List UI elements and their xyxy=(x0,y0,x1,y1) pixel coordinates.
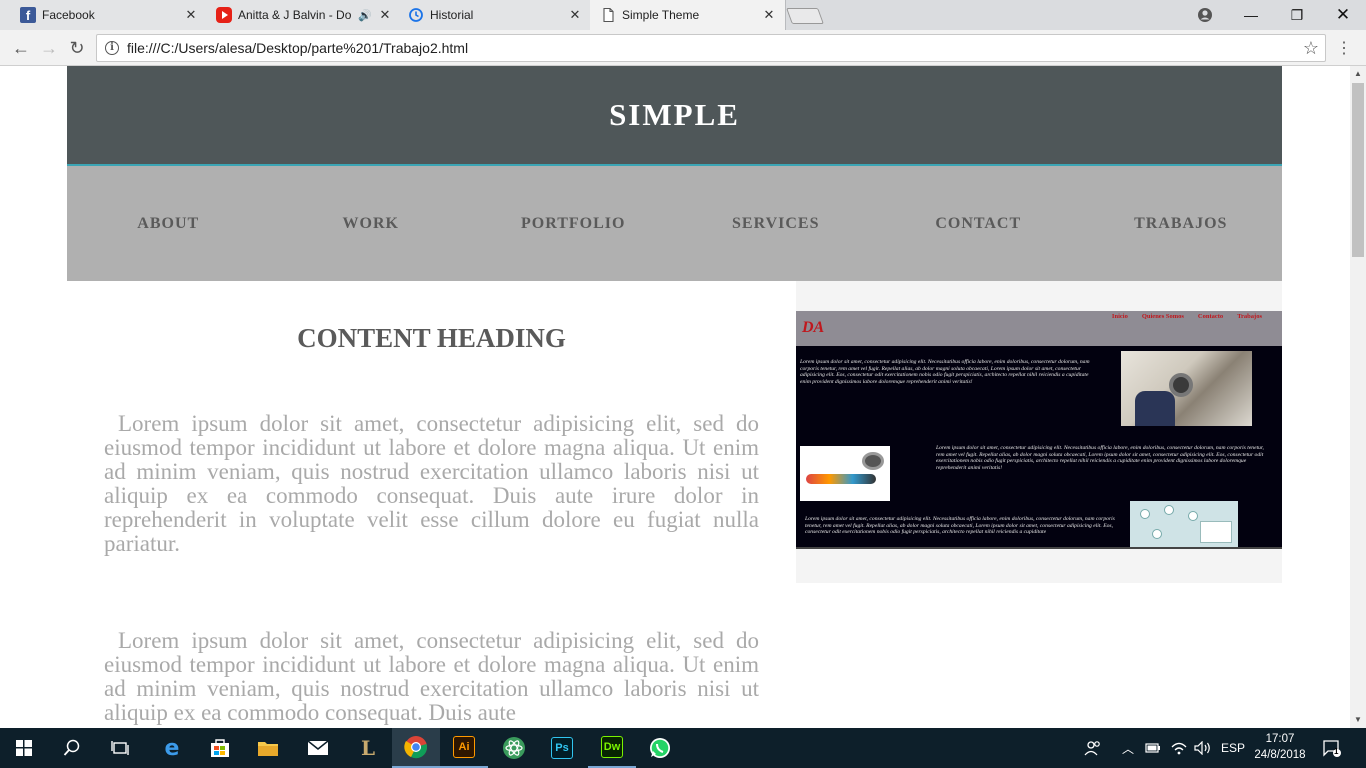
preview-text: Lorem ipsum dolor sit amet, consectetur … xyxy=(800,359,1090,385)
preview-link: Trabajos xyxy=(1237,313,1262,320)
whatsapp-icon[interactable] xyxy=(636,728,684,768)
camera-kit-photo xyxy=(800,446,890,501)
tab-youtube[interactable]: Anitta & J Balvin - Do 🔊 ✕ xyxy=(202,0,402,30)
sidebar: DA Inicio Quienes Somos Contacto Trabajo… xyxy=(796,281,1282,583)
clock-date: 24/8/2018 xyxy=(1254,749,1306,761)
atom-icon[interactable] xyxy=(490,728,538,768)
close-tab-icon[interactable]: ✕ xyxy=(568,7,582,23)
forward-icon[interactable]: → xyxy=(37,36,61,60)
tab-simple-theme[interactable]: Simple Theme ✕ xyxy=(590,0,786,30)
paragraph: Lorem ipsum dolor sit amet, consectetur … xyxy=(104,628,759,725)
illustrator-icon[interactable]: Ai xyxy=(440,728,488,768)
clock[interactable]: 17:07 24/8/2018 xyxy=(1250,731,1310,763)
back-icon[interactable]: ← xyxy=(9,36,33,60)
show-hidden-icons[interactable]: ︿ xyxy=(1122,728,1134,768)
photoshop-icon[interactable]: Ps xyxy=(538,728,586,768)
new-tab-button[interactable] xyxy=(786,8,824,24)
scrollbar-thumb[interactable] xyxy=(1352,83,1364,257)
search-icon[interactable] xyxy=(48,728,96,768)
youtube-icon xyxy=(216,7,232,23)
page-scrollbar[interactable]: ▲ ▼ xyxy=(1350,66,1366,728)
minimize-button[interactable]: — xyxy=(1228,0,1274,30)
wifi-icon[interactable] xyxy=(1170,728,1188,768)
menu-icon[interactable]: ⋮ xyxy=(1336,38,1352,58)
content-area: CONTENT HEADING Lorem ipsum dolor sit am… xyxy=(67,281,1282,728)
nav-work[interactable]: WORK xyxy=(270,215,473,233)
close-tab-icon[interactable]: ✕ xyxy=(378,7,392,23)
close-window-button[interactable]: ✕ xyxy=(1320,0,1366,30)
browser-toolbar: ← → ↻ i file:///C:/Users/alesa/Desktop/p… xyxy=(0,30,1366,66)
store-icon[interactable] xyxy=(196,728,244,768)
reload-icon[interactable]: ↻ xyxy=(65,36,89,60)
document-icon xyxy=(600,7,616,23)
scroll-down-icon[interactable]: ▼ xyxy=(1350,712,1366,728)
preview-text: Lorem ipsum dolor sit amet, consectetur … xyxy=(936,445,1264,471)
tab-title: Historial xyxy=(430,8,474,22)
notification-count: 1 xyxy=(1334,747,1339,756)
nav-contact[interactable]: CONTACT xyxy=(877,215,1080,233)
address-bar[interactable]: i file:///C:/Users/alesa/Desktop/parte%2… xyxy=(96,34,1326,62)
preview-link: Quienes Somos xyxy=(1141,313,1184,320)
edge-icon[interactable]: e xyxy=(148,728,196,768)
mail-icon[interactable] xyxy=(294,728,342,768)
history-icon xyxy=(408,7,424,23)
preview-nav: Inicio Quienes Somos Contacto Trabajos xyxy=(1112,313,1262,320)
paragraph: Lorem ipsum dolor sit amet, consectetur … xyxy=(104,411,759,556)
nav-trabajos[interactable]: TRABAJOS xyxy=(1080,215,1283,233)
nav-services[interactable]: SERVICES xyxy=(675,215,878,233)
restore-button[interactable]: ❐ xyxy=(1274,0,1320,30)
profile-icon[interactable] xyxy=(1182,0,1228,30)
preview-header: DA Inicio Quienes Somos Contacto Trabajo… xyxy=(796,311,1282,346)
info-icon[interactable]: i xyxy=(105,41,119,55)
taskbar: e L Ai Ps Dw ︿ ESP 17:07 24/8/2018 1 xyxy=(0,728,1366,768)
tab-title: Facebook xyxy=(42,8,95,22)
dreamweaver-icon[interactable]: Dw xyxy=(588,728,636,768)
task-view-icon[interactable] xyxy=(96,728,144,768)
preview-text: Lorem ipsum dolor sit amet, consectetur … xyxy=(805,516,1115,536)
start-icon[interactable] xyxy=(0,728,48,768)
tab-title: Anitta & J Balvin - Do xyxy=(238,8,352,22)
site-nav: ABOUT WORK PORTFOLIO SERVICES CONTACT TR… xyxy=(67,166,1282,281)
close-tab-icon[interactable]: ✕ xyxy=(762,7,776,23)
battery-icon[interactable] xyxy=(1145,728,1161,768)
network-diagram-image xyxy=(1130,501,1238,547)
action-center-icon[interactable]: 1 xyxy=(1322,728,1342,768)
people-icon[interactable] xyxy=(1084,728,1102,768)
preview-link: Inicio xyxy=(1111,313,1128,320)
security-camera-photo xyxy=(1121,351,1252,426)
site-title: SIMPLE xyxy=(609,97,740,132)
website-preview-image: DA Inicio Quienes Somos Contacto Trabajo… xyxy=(796,311,1282,549)
league-of-legends-icon[interactable]: L xyxy=(344,728,392,768)
tab-title: Simple Theme xyxy=(622,8,700,22)
speaker-icon[interactable]: 🔊 xyxy=(358,9,372,22)
chrome-icon[interactable] xyxy=(392,728,440,768)
site: SIMPLE ABOUT WORK PORTFOLIO SERVICES CON… xyxy=(67,66,1282,728)
tab-historial[interactable]: Historial ✕ xyxy=(396,0,592,30)
scroll-up-icon[interactable]: ▲ xyxy=(1350,66,1366,82)
preview-logo: DA xyxy=(802,319,825,336)
clock-time: 17:07 xyxy=(1265,733,1295,745)
tab-strip: f Facebook ✕ Anitta & J Balvin - Do 🔊 ✕ … xyxy=(0,0,1366,30)
file-explorer-icon[interactable] xyxy=(244,728,292,768)
close-tab-icon[interactable]: ✕ xyxy=(184,7,198,23)
facebook-icon: f xyxy=(20,7,36,23)
nav-portfolio[interactable]: PORTFOLIO xyxy=(472,215,675,233)
site-header: SIMPLE xyxy=(67,66,1282,166)
nav-about[interactable]: ABOUT xyxy=(67,215,270,233)
main-column: CONTENT HEADING Lorem ipsum dolor sit am… xyxy=(104,281,759,725)
bookmark-star-icon[interactable]: ☆ xyxy=(1303,38,1319,59)
address-text: file:///C:/Users/alesa/Desktop/parte%201… xyxy=(127,40,469,56)
language-indicator[interactable]: ESP xyxy=(1221,728,1245,768)
volume-icon[interactable] xyxy=(1194,728,1212,768)
preview-link: Contacto xyxy=(1197,313,1224,320)
page-viewport: SIMPLE ABOUT WORK PORTFOLIO SERVICES CON… xyxy=(0,66,1350,728)
content-heading: CONTENT HEADING xyxy=(297,323,566,353)
tab-facebook[interactable]: f Facebook ✕ xyxy=(0,0,208,30)
